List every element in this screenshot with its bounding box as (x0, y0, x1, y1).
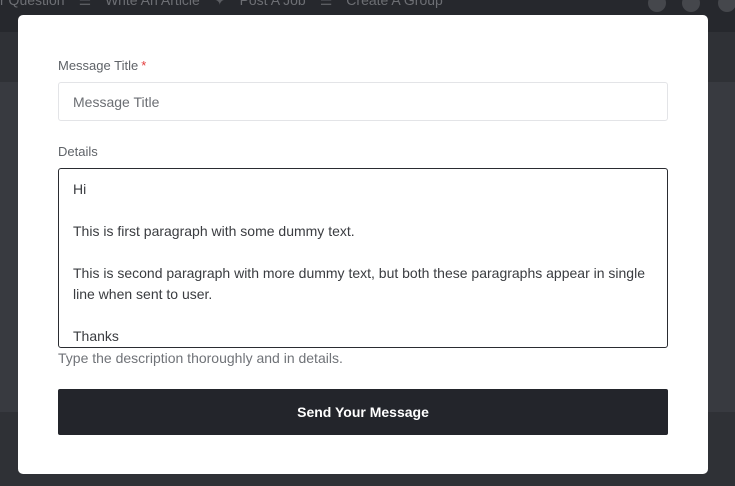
details-paragraph: Hi (73, 181, 87, 197)
background-icon (682, 0, 700, 12)
background-nav: r Question ☰ Write An Article ✦ Post A J… (0, 0, 443, 10)
bg-nav-item-group: Create A Group (346, 0, 443, 8)
details-textarea[interactable]: Hi This is first paragraph with some dum… (58, 168, 668, 348)
message-title-label: Message Title * (58, 58, 146, 73)
bg-nav-item-question: r Question (0, 0, 65, 8)
bg-nav-item-article: Write An Article (105, 0, 200, 8)
details-paragraph: This is second paragraph with more dummy… (73, 265, 645, 302)
message-title-label-text: Message Title (58, 58, 139, 73)
list-icon: ☰ (319, 0, 333, 8)
pin-icon: ✦ (213, 0, 226, 8)
bg-nav-item-job: Post A Job (239, 0, 306, 8)
details-help-text: Type the description thoroughly and in d… (58, 350, 343, 366)
required-mark: * (141, 58, 147, 73)
send-message-button[interactable]: Send Your Message (58, 389, 668, 435)
list-icon: ☰ (78, 0, 92, 8)
background-icon (648, 0, 666, 12)
background-avatar (718, 0, 735, 12)
details-paragraph: This is first paragraph with some dummy … (73, 223, 355, 239)
details-paragraph: Thanks (73, 328, 119, 344)
details-label: Details (58, 144, 98, 159)
message-modal: Message Title* Details Hi This is first … (18, 15, 708, 474)
message-title-input[interactable] (58, 82, 668, 121)
